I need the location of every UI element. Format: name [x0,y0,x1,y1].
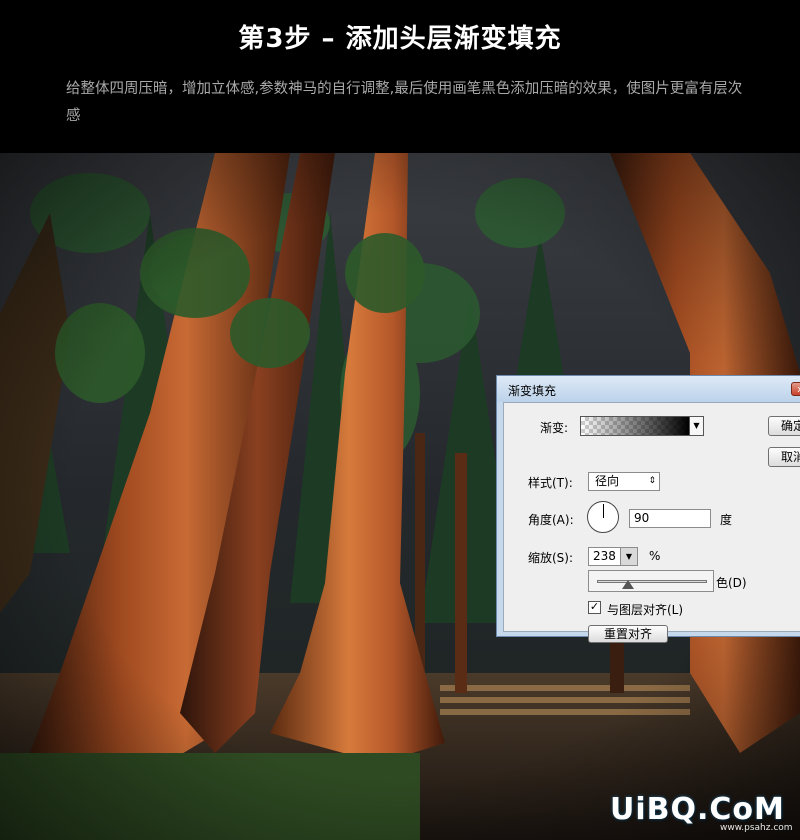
step-description: 给整体四周压暗，增加立体感,参数神马的自行调整,最后使用画笔黑色添加压暗的效果，… [66,81,743,124]
close-button[interactable]: x [791,382,800,396]
scale-input[interactable]: 238 [588,547,621,566]
site-watermark: UiBQ.CoM www.psahz.com [610,792,800,836]
gradient-preview[interactable] [580,416,690,436]
chevron-down-icon: ▼ [693,421,700,430]
angle-label: 角度(A): [528,513,574,527]
scale-unit: % [649,549,661,563]
dialog-titlebar[interactable]: 渐变填充 x [497,376,800,402]
chevron-down-icon: ▼ [625,552,633,561]
watermark-logo-text: UiBQ.CoM [610,792,785,827]
gradient-picker-arrow[interactable]: ▼ [690,416,704,436]
dialog-title: 渐变填充 [508,384,557,398]
style-select[interactable]: 径向 ⇕ [588,472,660,491]
angle-input[interactable]: 90 [629,509,711,528]
dialog-body: 渐变: ▼ 样式(T): 径向 ⇕ 角度(A): 90 度 缩放(S): 238… [503,402,800,643]
checkmark-icon: ✓ [589,600,600,613]
angle-dial[interactable] [587,501,619,533]
reset-align-button[interactable]: 重置对齐 [588,625,668,643]
scale-slider-track[interactable] [597,580,707,583]
reverse-checkbox-label-partial: 色(D) [716,576,747,590]
updown-arrows-icon: ⇕ [648,476,656,486]
align-with-layer-label: 与图层对齐(L) [607,603,684,617]
cancel-button[interactable]: 取消 [768,447,800,467]
gradient-fill-dialog: 渐变填充 x 渐变: ▼ 样式(T): 径向 ⇕ 角度(A): 90 度 缩放(… [496,375,800,643]
ok-button[interactable]: 确定 [768,416,800,436]
angle-unit: 度 [720,513,733,527]
style-label: 样式(T): [528,476,573,490]
scale-slider-popup [588,570,714,592]
scale-dropdown-button[interactable]: ▼ [620,547,638,566]
watermark-url: www.psahz.com [720,823,793,833]
gradient-label: 渐变: [540,421,569,435]
angle-dial-hand [603,504,604,518]
scale-slider-thumb[interactable] [622,580,634,589]
header: 第3步 – 添加头层渐变填充 给整体四周压暗，增加立体感,参数神马的自行调整,最… [0,0,800,153]
align-with-layer-checkbox[interactable]: ✓ [588,601,601,614]
style-select-value: 径向 [595,474,620,488]
scale-label: 缩放(S): [528,551,574,565]
page-title: 第3步 – 添加头层渐变填充 [238,24,562,54]
